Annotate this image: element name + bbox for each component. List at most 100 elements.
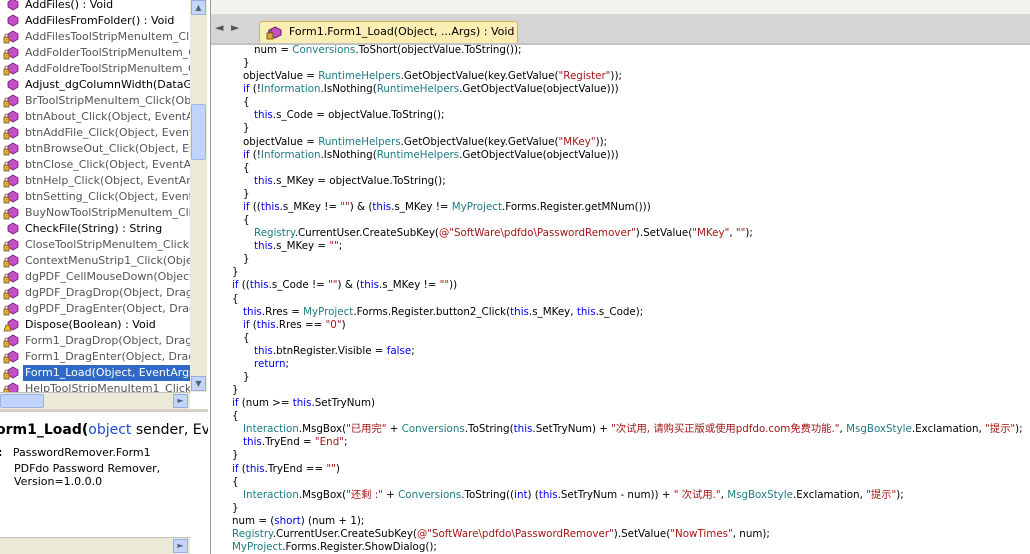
scroll-up-arrow-icon[interactable]: ▲: [191, 0, 206, 15]
code-type: RuntimeHelpers: [318, 135, 401, 148]
code-text: }: [243, 371, 250, 383]
code-line: objectValue = RuntimeHelpers.GetObjectVa…: [243, 70, 622, 83]
description-horizontal-scrollbar[interactable]: ►: [0, 537, 190, 554]
tree-horizontal-scrollbar[interactable]: ►: [0, 392, 190, 409]
signature-params: sender, Event: [135, 422, 208, 438]
code-keyword: this: [360, 279, 379, 292]
code-text: .s_MKey !=: [279, 200, 341, 213]
code-type: RuntimeHelpers: [376, 83, 460, 96]
description-pane: orm1_Load(object sender, Event : Passwor…: [0, 412, 208, 536]
code-text: +: [386, 423, 402, 436]
code-text: ): [335, 462, 340, 475]
nav-forward-icon[interactable]: ►: [231, 21, 239, 34]
signature-keyword: object: [88, 422, 132, 438]
code-text: .GetObjectValue(objectValue))): [459, 148, 619, 161]
tree-item-label: CheckFile(String) : String: [25, 222, 163, 235]
scroll-right-arrow-icon[interactable]: ►: [173, 539, 188, 553]
private-method-icon: [3, 270, 19, 284]
tree-item-label: AddFilesFromFolder() : Void: [25, 14, 175, 27]
code-line: return;: [254, 358, 289, 371]
hscroll-thumb[interactable]: [0, 394, 44, 408]
code-keyword: this: [243, 305, 262, 318]
member-tree[interactable]: AddFiles() : Void AddFilesFromFolder() : …: [0, 0, 190, 392]
scroll-down-arrow-icon[interactable]: ▼: [191, 376, 206, 391]
code-string: "提示": [866, 488, 897, 501]
private-method-icon: [3, 158, 19, 172]
code-line: if (!Information.IsNothing(RuntimeHelper…: [243, 149, 619, 162]
code-keyword: this: [245, 462, 265, 475]
method-icon: [7, 0, 19, 11]
code-text: ((: [249, 200, 261, 213]
private-method-icon: [3, 334, 19, 348]
private-method-icon: [3, 302, 19, 316]
code-line: }: [232, 266, 239, 279]
editor-top-strip: [211, 0, 1030, 15]
code-text: ;: [343, 436, 348, 449]
code-string: "次试用, 请购买正版或使用pdfdo.com免费功能.": [611, 423, 840, 436]
tree-item-label: btnSetting_Click(Object, EventArg: [25, 190, 190, 203]
code-line: if ((this.s_MKey != "") & (this.s_MKey !…: [243, 201, 651, 214]
private-method-icon: [3, 126, 19, 140]
code-editor-panel: ◄ ► Form1.Form1_Load(Object, ...Args) : …: [211, 0, 1030, 554]
code-string: "": [329, 240, 339, 253]
code-text: .ToString((: [461, 488, 515, 501]
private-method-icon: [3, 382, 19, 392]
code-line: {: [243, 162, 250, 175]
code-string: @"SoftWare\pdfdo\PasswordRemover": [438, 227, 636, 240]
code-text: ) & (: [349, 200, 373, 213]
code-line: if (num >= this.SetTryNum): [232, 397, 375, 410]
tree-item-label: BrToolStripMenuItem_Click(Object,: [25, 94, 190, 107]
code-text: {: [243, 331, 250, 344]
code-text: .s_MKey !=: [378, 279, 440, 292]
code-text: .Forms.Register.button2_Click(: [353, 305, 511, 318]
tree-item-label: btnHelp_Click(Object, EventArgs): [25, 174, 190, 187]
code-line: Interaction.MsgBox("还剩 :" + Conversions.…: [243, 489, 904, 502]
code-keyword: false: [386, 344, 412, 357]
code-type: MyProject: [232, 541, 283, 554]
code-line: }: [243, 371, 250, 384]
tree-item-label: dgPDF_DragDrop(Object, DragEve: [25, 286, 190, 299]
code-type: Registry: [232, 527, 273, 540]
code-line: }: [232, 502, 239, 515]
code-text: {: [232, 292, 239, 305]
code-text: .IsNothing(: [320, 148, 377, 161]
code-line: {: [243, 214, 250, 227]
code-string: "": [340, 200, 350, 213]
code-line: Registry.CurrentUser.CreateSubKey(@"Soft…: [254, 227, 753, 240]
code-line: this.s_MKey = objectValue.ToString();: [254, 175, 446, 188]
code-text: .MsgBox(: [298, 423, 347, 436]
code-keyword: this: [254, 174, 273, 187]
code-keyword: int: [514, 488, 528, 501]
document-tab[interactable]: Form1.Form1_Load(Object, ...Args) : Void: [259, 21, 518, 43]
code-keyword: this: [513, 423, 533, 436]
code-text: ;: [338, 240, 343, 253]
scroll-thumb[interactable]: [191, 104, 206, 160]
code-line: }: [243, 188, 250, 201]
tree-item-label: ContextMenuStrip1_Click(Object,: [25, 254, 190, 267]
code-text: .SetTryNum): [311, 397, 376, 410]
code-text: .CurrentUser.CreateSubKey(: [294, 227, 439, 240]
code-text: .Forms.Register.ShowDialog();: [282, 541, 437, 554]
code-keyword: this: [249, 279, 269, 292]
code-text: }: [232, 266, 239, 279]
private-method-icon: [3, 46, 19, 60]
tree-item-label: dgPDF_DragEnter(Object, DragEve: [25, 302, 190, 315]
code-type: Registry: [254, 227, 295, 240]
code-view[interactable]: num = Conversions.ToShort(objectValue.To…: [211, 45, 1030, 554]
code-keyword: this: [510, 305, 529, 318]
code-type: MsgBoxStyle: [727, 488, 793, 501]
code-text: .GetObjectValue(key.GetValue(: [400, 135, 559, 148]
code-text: .ToString(: [464, 423, 514, 436]
private-method-icon: [3, 62, 19, 76]
tree-item-label: AddFilesToolStripMenuItem_Click(O: [25, 30, 190, 43]
code-text: .SetTryNum - num)) +: [557, 488, 674, 501]
code-text: )): [449, 279, 458, 292]
code-string: "已用完": [346, 423, 387, 436]
code-line: {: [232, 476, 239, 489]
code-type: MsgBoxStyle: [846, 423, 912, 436]
tree-vertical-scrollbar[interactable]: ▲ ▼: [190, 0, 207, 392]
code-text: ).SetValue(: [613, 527, 671, 540]
scroll-right-arrow-icon[interactable]: ►: [173, 394, 188, 408]
tree-item-label: AddFoldreToolStripMenuItem_Click: [25, 62, 190, 75]
nav-back-icon[interactable]: ◄: [215, 21, 223, 34]
